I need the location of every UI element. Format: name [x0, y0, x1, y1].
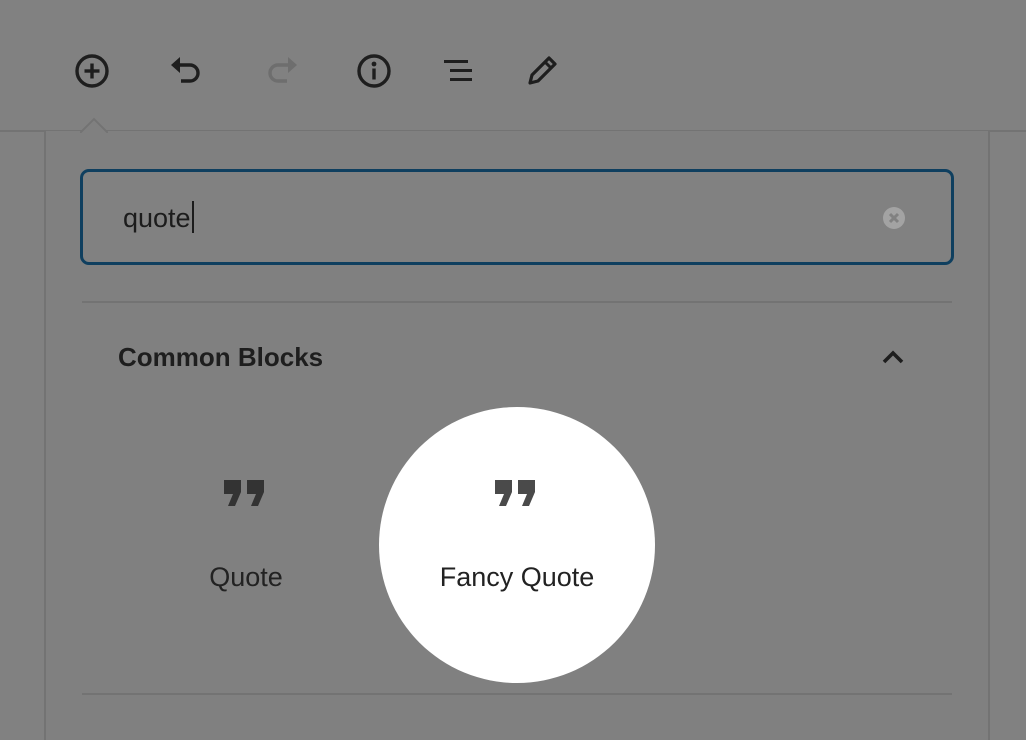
info-icon [357, 54, 391, 88]
undo-button[interactable] [164, 49, 208, 93]
quote-icon [224, 480, 264, 506]
divider-bottom [82, 693, 952, 695]
popover-arrow [80, 117, 108, 133]
edit-mode-button[interactable] [520, 49, 564, 93]
quote-icon [495, 480, 535, 506]
common-blocks-section-header[interactable]: Common Blocks [82, 322, 952, 394]
info-button[interactable] [352, 49, 396, 93]
block-item-label: Quote [209, 562, 283, 592]
redo-button[interactable] [260, 49, 304, 93]
block-navigation-icon [444, 60, 472, 81]
block-item-fancy-quote[interactable]: Fancy Quote [407, 430, 627, 660]
editor-toolbar [0, 0, 1026, 132]
block-navigation-button[interactable] [437, 49, 481, 93]
chevron-up-icon[interactable] [878, 342, 908, 372]
block-item-quote[interactable]: Quote [136, 430, 356, 660]
search-input-value[interactable]: quote [123, 200, 194, 236]
edit-icon [528, 56, 557, 85]
undo-icon [171, 57, 200, 83]
add-block-icon [75, 54, 109, 88]
divider-top [82, 301, 952, 303]
add-block-button[interactable] [70, 49, 114, 93]
section-title: Common Blocks [118, 342, 324, 372]
text-cursor [191, 201, 194, 233]
clear-circle-icon[interactable] [879, 203, 909, 233]
block-search-input[interactable]: quote [80, 169, 954, 265]
redo-icon [268, 57, 297, 83]
block-item-label: Fancy Quote [439, 562, 595, 592]
